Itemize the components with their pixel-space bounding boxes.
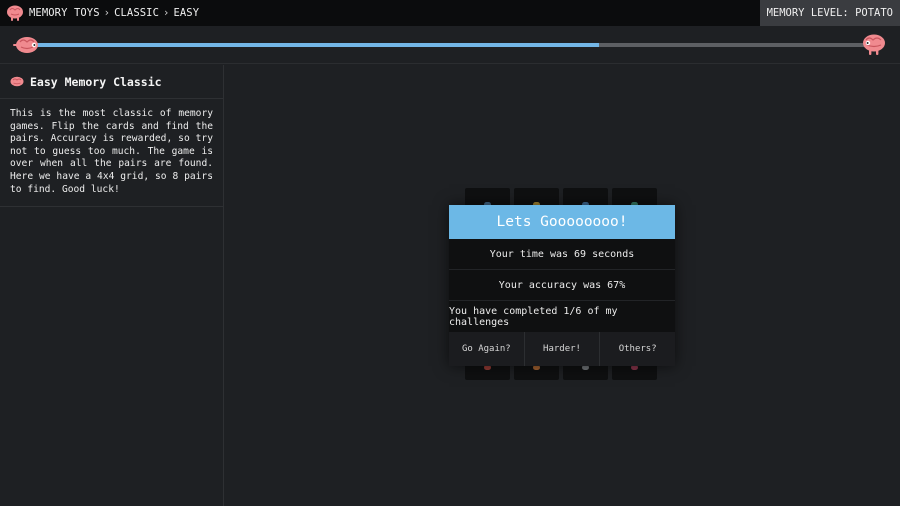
breadcrumb-classic[interactable]: CLASSIC [114,7,159,19]
others-button[interactable]: Others? [600,332,676,366]
modal-title: Lets Goooooooo! [449,205,675,239]
memory-level-badge: MEMORY LEVEL: POTATO [759,0,900,26]
game-description: This is the most classic of memory games… [0,99,223,208]
breadcrumb-easy: EASY [173,7,200,19]
go-again-button[interactable]: Go Again? [449,332,525,366]
breadcrumb: MEMORY TOYS › CLASSIC › EASY [0,0,199,26]
challenges-result: You have completed 1/6 of my challenges [449,305,618,328]
brain-end-icon [863,34,885,55]
progress-track [28,43,872,47]
brain-logo-icon[interactable] [5,4,25,22]
results-modal: Lets Goooooooo! Your time was 69 seconds… [449,205,676,366]
sidebar-title-text: Easy Memory Classic [30,74,162,89]
top-bar: MEMORY TOYS › CLASSIC › EASY MEMORY LEVE… [0,0,900,26]
accuracy-result: Your accuracy was 67% [449,270,675,301]
progress-fill [28,43,599,47]
breadcrumb-separator: › [103,7,111,19]
breadcrumb-memory-toys[interactable]: MEMORY TOYS [29,7,100,19]
sidebar-title: Easy Memory Classic [0,65,223,99]
breadcrumb-separator: › [163,7,170,19]
brain-icon [10,76,24,87]
time-result: Your time was 69 seconds [449,239,675,270]
sidebar: Easy Memory Classic This is the most cla… [0,65,224,506]
harder-button[interactable]: Harder! [524,332,601,366]
modal-actions: Go Again? Harder! Others? [449,332,676,366]
progress-row [0,26,900,64]
brain-start-icon [13,37,38,53]
